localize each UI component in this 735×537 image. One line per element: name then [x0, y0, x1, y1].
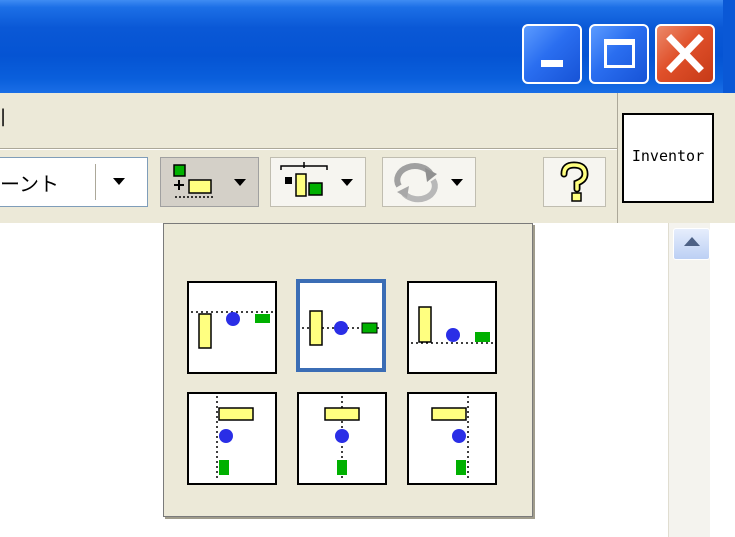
style-combo-text: ーント	[0, 172, 59, 196]
align-dropdown-panel	[163, 223, 533, 517]
chevron-down-icon[interactable]	[234, 179, 246, 186]
align-bottom-icon	[411, 306, 493, 344]
align-center-icon	[302, 310, 380, 346]
menubar-divider-highlight	[0, 149, 617, 150]
align-objects-button[interactable]	[160, 157, 259, 207]
inventor-logo-box[interactable]: Inventor	[622, 113, 714, 203]
chevron-up-icon	[684, 237, 700, 246]
minimize-icon	[541, 60, 563, 67]
style-combo[interactable]: ーント	[0, 157, 148, 207]
align-right-icon	[431, 396, 469, 481]
distribute-button[interactable]	[270, 157, 366, 207]
help-icon	[560, 161, 589, 202]
close-button[interactable]	[655, 24, 715, 84]
inventor-label: Inventor	[631, 147, 705, 165]
align-top-option[interactable]	[187, 281, 277, 374]
align-left-option[interactable]	[187, 392, 277, 485]
align-bottom-option[interactable]	[407, 281, 497, 374]
menu-item-partial[interactable]: |	[0, 106, 6, 127]
chevron-down-icon[interactable]	[113, 178, 125, 185]
align-right-option[interactable]	[407, 392, 497, 485]
align-objects-icon	[173, 164, 215, 198]
close-icon	[666, 34, 704, 73]
chevron-down-icon[interactable]	[341, 179, 353, 186]
distribute-icon	[280, 162, 328, 197]
align-middle-icon	[324, 396, 360, 481]
scrollbar-right-gutter	[710, 223, 735, 537]
rotate-flip-button[interactable]	[382, 157, 476, 207]
rotate-flip-icon	[394, 163, 438, 203]
help-button[interactable]	[543, 157, 606, 207]
maximize-icon	[604, 39, 635, 68]
maximize-button[interactable]	[589, 24, 649, 84]
chevron-down-icon[interactable]	[451, 179, 463, 186]
align-center-option[interactable]	[296, 279, 386, 372]
scroll-up-button[interactable]	[673, 228, 710, 260]
combo-separator	[95, 164, 96, 200]
window-frame-edge	[723, 0, 735, 93]
align-left-icon	[216, 396, 254, 481]
align-top-icon	[191, 311, 273, 349]
align-middle-option[interactable]	[297, 392, 387, 485]
minimize-button[interactable]	[522, 24, 582, 84]
